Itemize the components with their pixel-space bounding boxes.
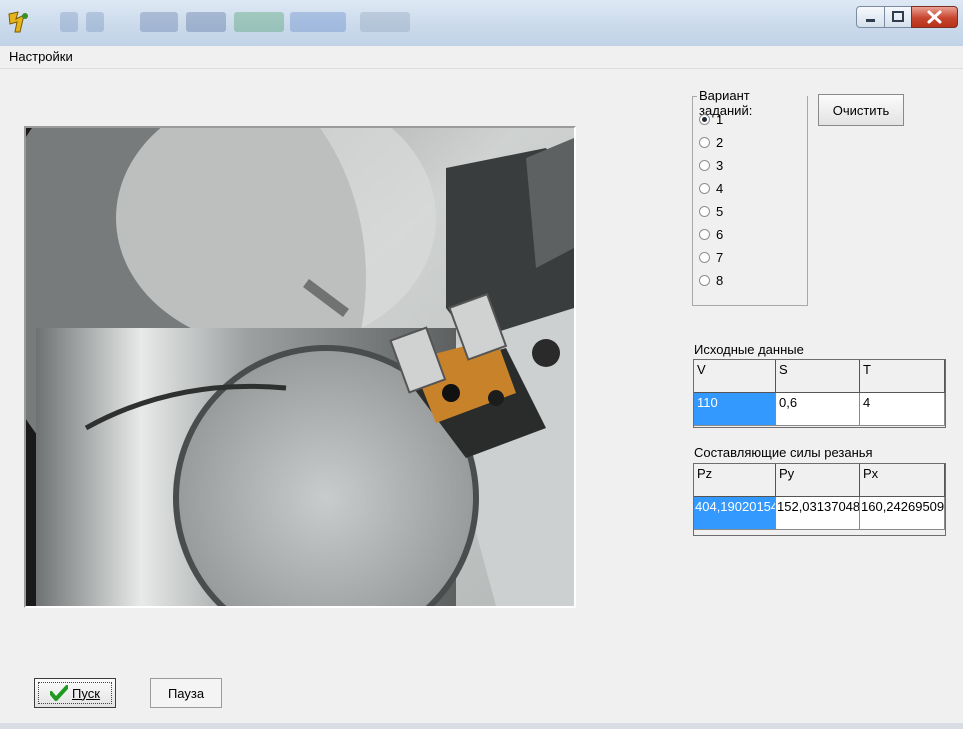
toolbar-icon-7[interactable] [360, 12, 410, 32]
lathe-video-image [26, 128, 574, 606]
column-header-s[interactable]: S [776, 360, 860, 393]
toolbar-icon-2[interactable] [86, 12, 104, 32]
variant-option-1[interactable]: 1 [699, 108, 723, 130]
check-icon [50, 685, 69, 701]
variant-option-label: 1 [716, 111, 724, 127]
toolbar-icon-1[interactable] [60, 12, 78, 32]
variant-option-label: 6 [716, 226, 724, 242]
variant-option-label: 7 [716, 249, 724, 265]
close-icon [927, 10, 942, 24]
variant-option-label: 5 [716, 203, 724, 219]
toolbar-icon-4[interactable] [186, 12, 226, 32]
variant-option-6[interactable]: 6 [699, 223, 723, 245]
cutting-forces-grid[interactable]: Pz Py Px 404,19020154 152,03137048 160,2… [693, 463, 946, 536]
variant-option-4[interactable]: 4 [699, 177, 723, 199]
radio-icon[interactable] [699, 136, 710, 148]
start-button[interactable]: Пуск [34, 678, 116, 708]
table-cell-s[interactable]: 0,6 [776, 393, 860, 426]
source-data-label: Исходные данные [694, 342, 804, 357]
radio-icon[interactable] [699, 159, 710, 171]
start-button-label: Пуск [72, 685, 100, 701]
toolbar-icon-3[interactable] [140, 12, 178, 32]
variant-option-label: 8 [716, 272, 724, 288]
pause-button[interactable]: Пауза [150, 678, 222, 708]
variant-option-7[interactable]: 7 [699, 246, 723, 268]
variant-option-label: 2 [716, 134, 724, 150]
variant-option-label: 4 [716, 180, 724, 196]
app-icon[interactable] [6, 10, 32, 34]
video-frame [24, 126, 576, 608]
toolbar-icon-6[interactable] [290, 12, 346, 32]
radio-icon-checked[interactable] [699, 113, 710, 125]
maximize-button[interactable] [884, 6, 912, 28]
radio-icon[interactable] [699, 205, 710, 217]
variant-group: Вариант заданий: 1 2 3 4 5 6 7 8 [692, 88, 808, 306]
clear-button-label: Очистить [832, 102, 890, 118]
radio-icon[interactable] [699, 228, 710, 240]
variant-option-8[interactable]: 8 [699, 269, 723, 291]
radio-icon[interactable] [699, 182, 710, 194]
window-bottom-edge [0, 723, 963, 729]
pause-button-label: Пауза [167, 685, 205, 701]
radio-icon[interactable] [699, 251, 710, 263]
variant-option-2[interactable]: 2 [699, 131, 723, 153]
cutting-forces-label: Составляющие силы резанья [694, 445, 873, 460]
column-header-py[interactable]: Py [776, 464, 860, 497]
maximize-icon [892, 11, 904, 22]
table-cell-px[interactable]: 160,24269509 [860, 497, 945, 530]
variant-option-5[interactable]: 5 [699, 200, 723, 222]
table-cell-py[interactable]: 152,03137048 [776, 497, 860, 530]
minimize-icon [866, 19, 875, 22]
minimize-button[interactable] [856, 6, 885, 28]
close-button[interactable] [911, 6, 958, 28]
menu-item-settings[interactable]: Настройки [9, 49, 73, 64]
start-button-focus: Пуск [38, 682, 112, 704]
variant-option-label: 3 [716, 157, 724, 173]
table-cell-v[interactable]: 110 [694, 393, 776, 426]
clear-button[interactable]: Очистить [818, 94, 904, 126]
source-data-grid[interactable]: V S T 110 0,6 4 [693, 359, 946, 428]
column-header-pz[interactable]: Pz [694, 464, 776, 497]
column-header-v[interactable]: V [694, 360, 776, 393]
column-header-px[interactable]: Px [860, 464, 945, 497]
toolbar-icon-5[interactable] [234, 12, 284, 32]
radio-icon[interactable] [699, 274, 710, 286]
table-cell-pz[interactable]: 404,19020154 [694, 497, 776, 530]
menu-bar: Настройки [0, 46, 963, 69]
variant-option-3[interactable]: 3 [699, 154, 723, 176]
title-bar [0, 0, 963, 46]
column-header-t[interactable]: T [860, 360, 945, 393]
table-cell-t[interactable]: 4 [860, 393, 945, 426]
